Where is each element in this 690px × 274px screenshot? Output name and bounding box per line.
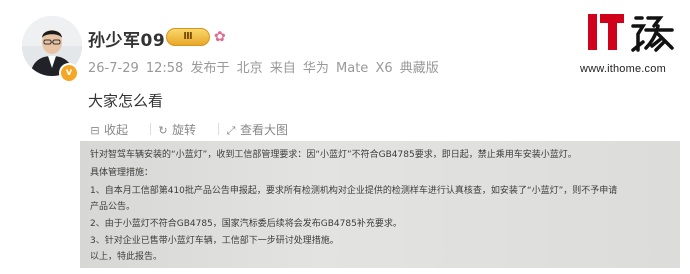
document-line: 2、由于小蓝灯不符合GB4785，国家汽标委后续将会发布GB4785补充要求。 xyxy=(90,219,402,229)
collapse-button[interactable]: ⊟ 收起 xyxy=(88,121,128,138)
document-line: 3、针对企业已售带小蓝灯车辆，工信部下一步研讨处理措施。 xyxy=(90,236,339,246)
view-large-label: 查看大图 xyxy=(240,123,289,137)
collapse-label: 收起 xyxy=(104,123,129,137)
divider xyxy=(218,123,219,135)
username[interactable]: 孙少军09 xyxy=(88,26,165,51)
rotate-icon: ↻ xyxy=(158,124,168,137)
document-line: 1、自本月工信部第410批产品公告申报起，要求所有检测机构对企业提供的检测样车进… xyxy=(90,186,618,196)
collapse-icon: ⊟ xyxy=(90,124,100,137)
document-line: 以上，特此报告。 xyxy=(90,252,163,262)
post-location: 发布于 北京 xyxy=(190,61,263,76)
rotate-button[interactable]: ↻ 旋转 xyxy=(156,121,196,138)
document-line: 具体管理措施： xyxy=(90,168,154,178)
post-source: 来自 华为 Mate X6 典藏版 xyxy=(269,61,439,76)
view-large-icon: ⤢ xyxy=(226,124,236,137)
level-badge-icon[interactable]: Ⅲ xyxy=(166,28,210,46)
post-time[interactable]: 26-7-29 12:58 xyxy=(88,61,183,76)
document-line: 针对智驾车辆安装的“小蓝灯”，收到工信部管理要求：因“小蓝灯”不符合GB4785… xyxy=(90,150,577,160)
document-line: 产品公告。 xyxy=(90,202,136,212)
rotate-label: 旋转 xyxy=(172,123,197,137)
post-meta: 26-7-29 12:58 发布于 北京 来自 华为 Mate X6 典藏版 xyxy=(88,57,439,76)
flower-badge-icon[interactable]: ✿ xyxy=(214,29,226,45)
verified-v-icon: v xyxy=(59,63,79,83)
post-text: 大家怎么看 xyxy=(88,92,164,110)
view-large-button[interactable]: ⤢ 查看大图 xyxy=(224,121,288,138)
ithome-url: www.ithome.com xyxy=(580,63,666,75)
divider xyxy=(150,123,151,135)
ithome-logo xyxy=(586,14,678,54)
document-image[interactable]: 针对智驾车辆安装的“小蓝灯”，收到工信部管理要求：因“小蓝灯”不符合GB4785… xyxy=(80,141,680,268)
level-badge-label: Ⅲ xyxy=(183,31,193,42)
